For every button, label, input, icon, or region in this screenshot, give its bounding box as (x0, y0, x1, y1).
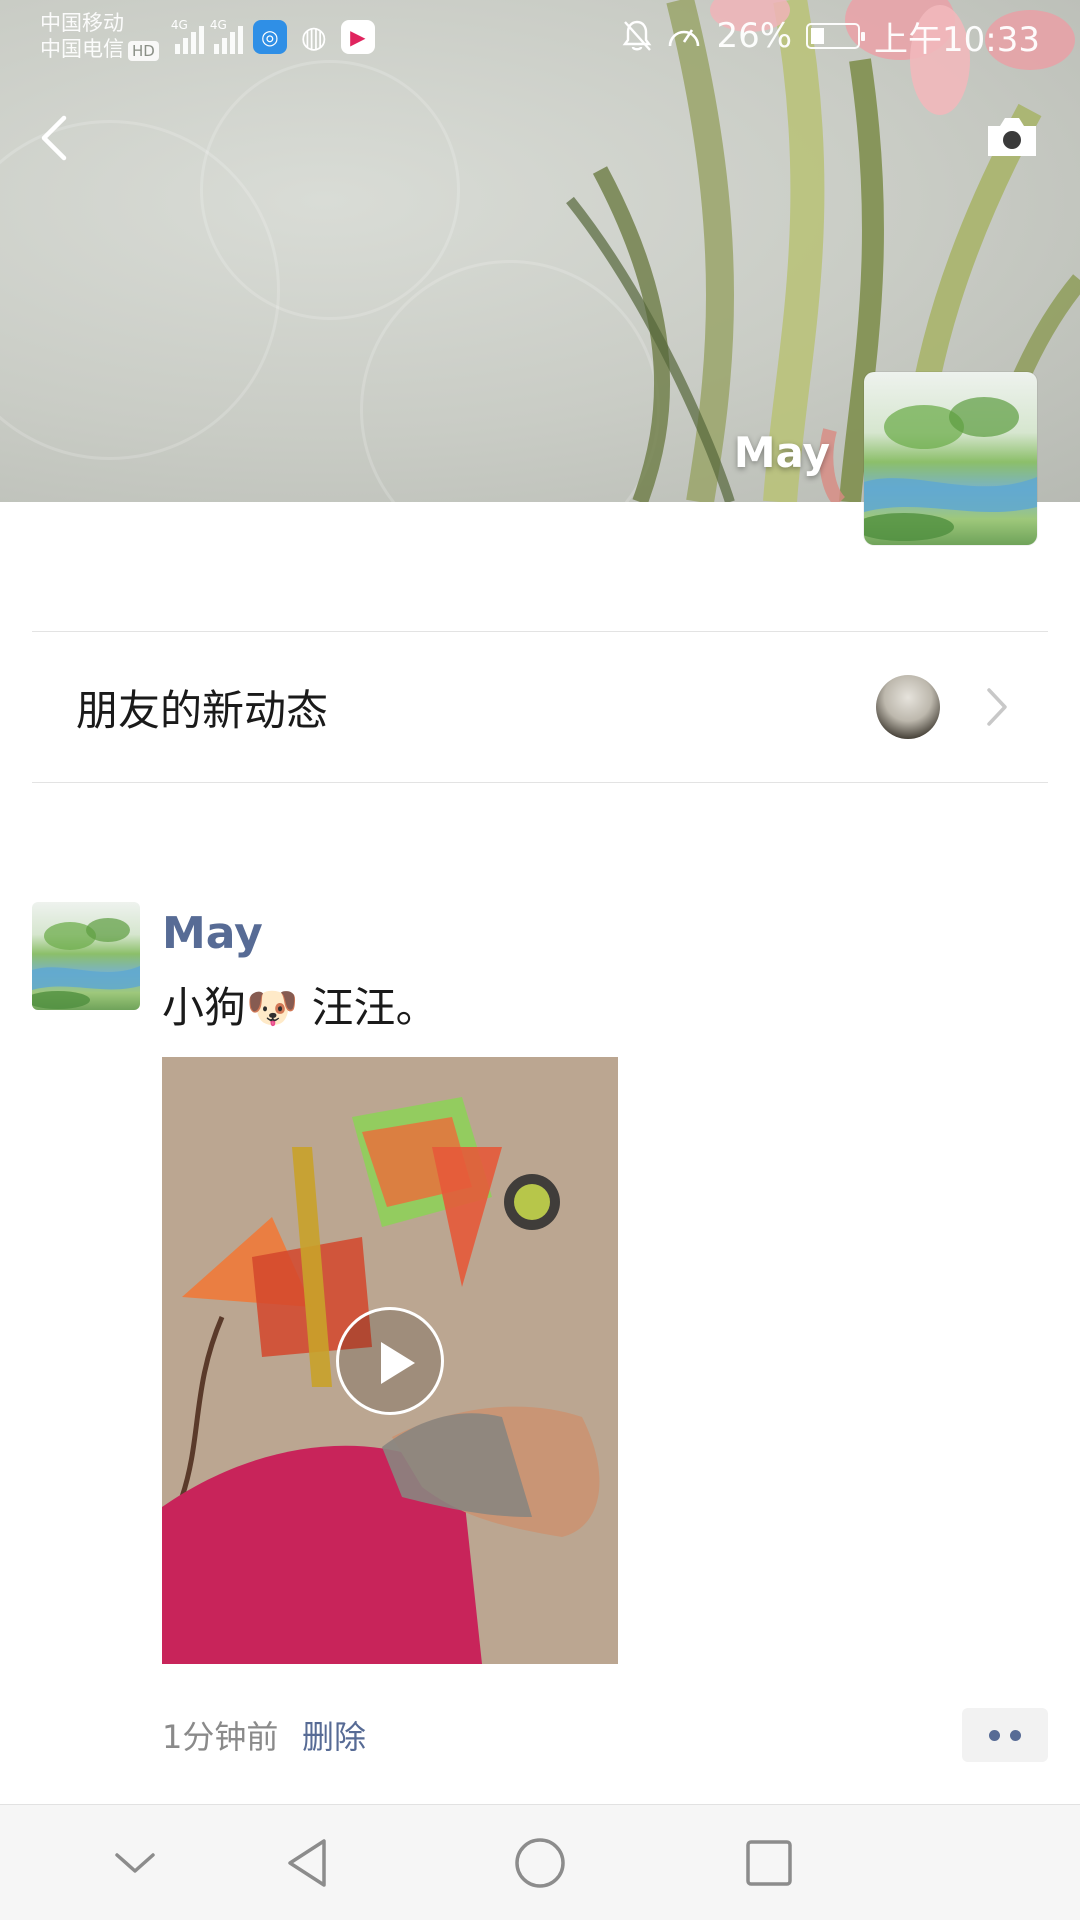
status-time: 上午10:33 (874, 19, 1040, 60)
nav-recents-icon (746, 1840, 792, 1886)
carrier-1-label: 中国移动 (40, 11, 124, 35)
mute-icon (623, 20, 652, 51)
post-video-thumbnail[interactable] (162, 1057, 618, 1664)
more-button[interactable] (962, 1708, 1048, 1762)
status-right: 26% 上午10:33 (622, 12, 1040, 61)
signal-group: 4G 4G ◎ ◍ ▶ (171, 18, 375, 55)
nav-back-button[interactable] (280, 1833, 340, 1893)
network-type-label: 4G (209, 18, 227, 32)
friends-updates-row[interactable]: 朋友的新动态 (32, 632, 1048, 782)
signal-icon: 4G (171, 18, 204, 54)
camera-icon (988, 118, 1036, 156)
more-dots-icon (989, 1729, 1000, 1741)
nav-home-button[interactable] (510, 1833, 570, 1893)
nav-back-icon (288, 1839, 326, 1887)
back-arrow-icon (41, 115, 67, 161)
delete-link[interactable]: 删除 (302, 1712, 366, 1758)
nav-recents-button[interactable] (739, 1833, 799, 1893)
nav-collapse-icon (115, 1853, 155, 1873)
carrier-info: 中国移动 中国电信 HD (40, 10, 159, 62)
cover-pattern (200, 60, 460, 320)
battery-icon (806, 23, 866, 49)
chevron-right-icon (987, 688, 1007, 726)
cover-user-name: May (733, 428, 830, 477)
divider (32, 782, 1048, 783)
globe-icon: ◍ (300, 19, 327, 55)
battery-percent: 26% (716, 16, 793, 56)
post-text: 小狗🐶 汪汪。 (162, 983, 438, 1032)
friends-updates-label: 朋友的新动态 (76, 685, 329, 735)
hd-badge: HD (128, 41, 159, 61)
play-icon[interactable] (336, 1307, 444, 1415)
user-avatar[interactable] (864, 372, 1037, 545)
system-nav-bar (0, 1804, 1080, 1920)
more-dots-icon (1010, 1729, 1021, 1741)
post-author-avatar[interactable] (26, 902, 140, 1010)
speed-icon (669, 29, 700, 47)
back-button[interactable] (28, 108, 78, 168)
status-bar: 中国移动 中国电信 HD 4G 4G ◎ ◍ ▶ 26% 上午10:33 (0, 0, 1080, 72)
carrier-2-text: 中国电信 (40, 37, 124, 61)
network-type-label: 4G (170, 18, 188, 32)
avatar-artwork (864, 397, 1037, 541)
avatar-artwork (26, 918, 140, 1009)
video-app-icon: ▶ (340, 20, 375, 54)
post-author-name[interactable]: May (162, 908, 263, 959)
nav-collapse-button[interactable] (105, 1833, 165, 1893)
battery-fill (811, 28, 825, 44)
signal-icon: 4G (210, 18, 243, 54)
carrier-2-label: 中国电信 HD (40, 36, 159, 62)
nav-home-icon (515, 1838, 565, 1888)
friend-avatar (876, 675, 940, 739)
post-timestamp: 1分钟前 (162, 1718, 279, 1756)
camera-button[interactable] (984, 112, 1040, 162)
browser-app-icon: ◎ (252, 20, 287, 54)
